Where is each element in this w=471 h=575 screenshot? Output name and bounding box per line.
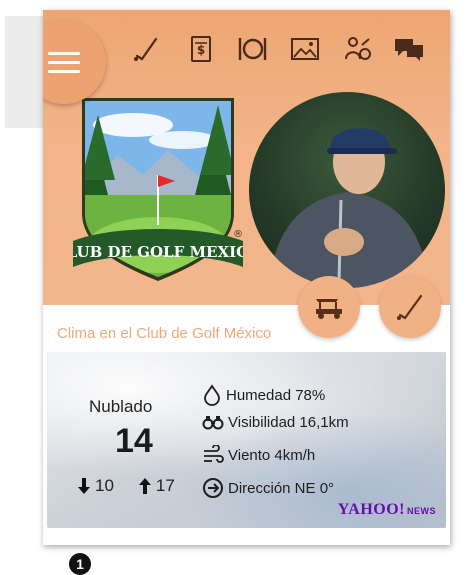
wind-icon (204, 445, 224, 463)
news-logo-text: NEWS (407, 506, 436, 516)
hamburger-icon (48, 46, 80, 79)
club-logo-text: CLUB DE GOLF MEXICO (73, 243, 243, 261)
registered-mark: ® (233, 229, 243, 240)
min-max-temperature: 10 17 (77, 476, 175, 496)
arrow-up-icon (138, 478, 151, 494)
weather-title: Clima en el Club de Golf México (57, 325, 272, 342)
yahoo-logo-text: YAHOO! (337, 501, 405, 518)
chat-icon[interactable] (392, 34, 426, 64)
direction-text: Dirección NE 0° (228, 479, 335, 497)
wind-row: Viento 4km/h (202, 445, 315, 465)
yahoo-news-logo[interactable]: YAHOO! NEWS (338, 501, 436, 519)
low-temperature: 10 (95, 476, 114, 495)
golf-club-button[interactable] (379, 276, 441, 338)
gallery-icon[interactable] (288, 34, 322, 64)
direction-arrow-icon (203, 478, 223, 498)
humidity-row: Humedad 78% (202, 384, 325, 406)
direction-row: Dirección NE 0° (202, 477, 334, 499)
events-icon[interactable] (341, 34, 375, 64)
high-temperature: 17 (155, 476, 175, 495)
visibility-row: Visibilidad 16,1km (202, 413, 349, 431)
golfer-photo (249, 92, 445, 288)
scorecard-icon[interactable]: $ (184, 34, 218, 64)
golf-club-icon[interactable] (129, 34, 163, 64)
golf-cart-button[interactable] (298, 276, 360, 338)
weather-card: Nublado 14 10 17 Humedad 78% Visibilidad… (47, 352, 446, 528)
binoculars-icon (202, 416, 224, 430)
club-logo: CLUB DE GOLF MEXICO ® (55, 95, 261, 295)
restaurant-icon[interactable] (235, 34, 269, 64)
wind-text: Viento 4km/h (228, 446, 316, 464)
svg-text:$: $ (197, 43, 205, 57)
app-screen: $ UB DE GOLF MEXIC ® Clima en el Club de… (43, 10, 450, 545)
arrow-down-icon (78, 478, 90, 494)
temperature: 14 (115, 422, 153, 460)
callout-number: 1 (69, 553, 91, 575)
droplet-icon (204, 384, 220, 406)
weather-condition: Nublado (89, 397, 153, 416)
humidity-text: Humedad 78% (226, 386, 326, 404)
golf-cart-icon (316, 299, 342, 319)
golf-club-icon (397, 294, 423, 320)
visibility-text: Visibilidad 16,1km (228, 413, 349, 431)
